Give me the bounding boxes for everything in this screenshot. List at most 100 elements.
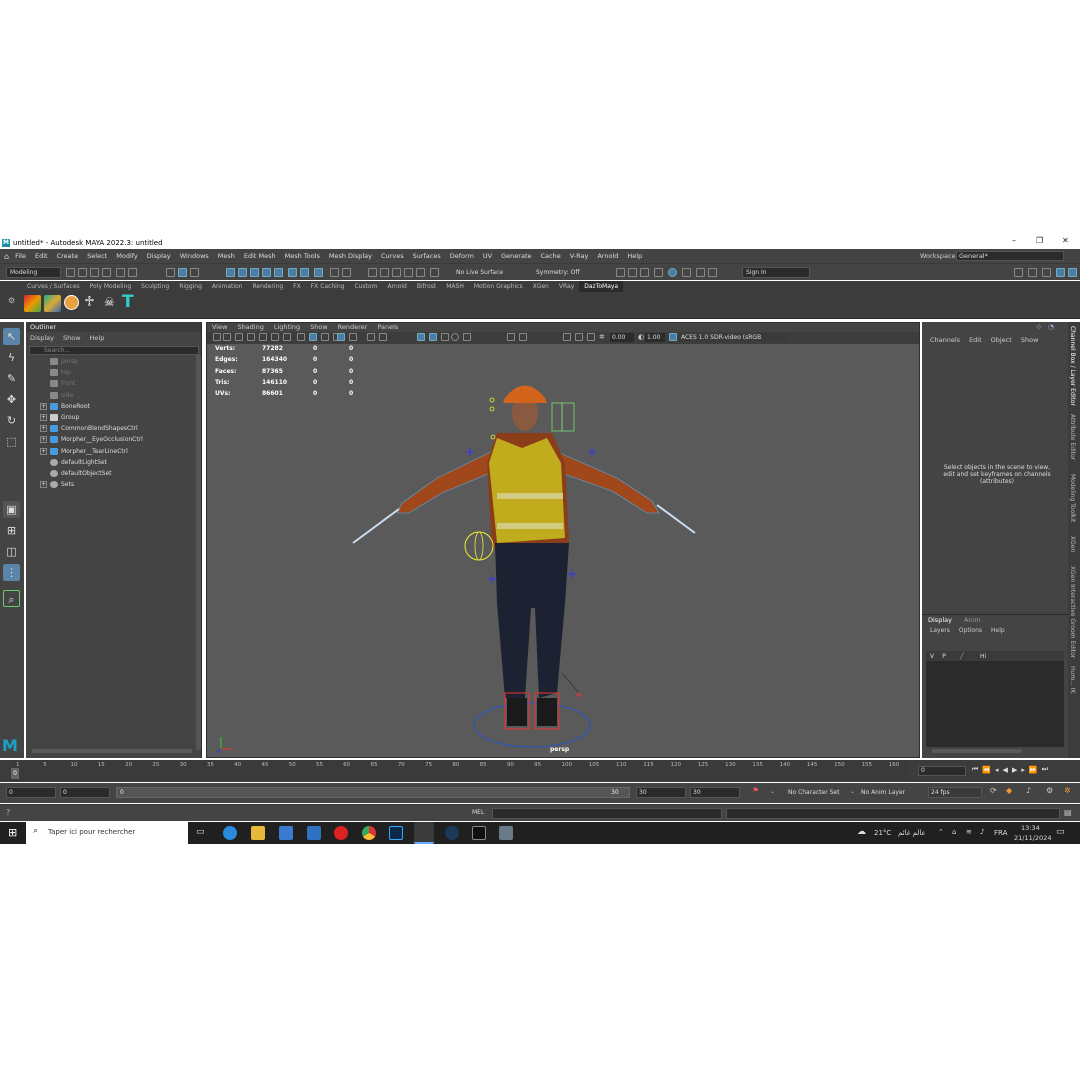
network-icon[interactable]: ⌂ bbox=[952, 828, 956, 836]
outliner-item[interactable]: + Sets bbox=[40, 479, 74, 490]
shelf-tab-arnold[interactable]: Arnold bbox=[382, 281, 411, 292]
range-bar[interactable]: 0 30 bbox=[116, 787, 630, 798]
new-scene-icon[interactable] bbox=[66, 268, 75, 277]
vp-menu-view[interactable]: View bbox=[212, 323, 227, 332]
outliner-search-input[interactable]: Search... bbox=[29, 346, 199, 355]
t-pose-icon[interactable]: ♱ bbox=[84, 294, 95, 310]
layer-name[interactable]: Hi bbox=[980, 653, 986, 660]
menu-curves[interactable]: Curves bbox=[381, 252, 404, 260]
vp-menu-shading[interactable]: Shading bbox=[237, 323, 263, 332]
auto-ik-icon[interactable] bbox=[44, 295, 61, 312]
snap-curve-icon[interactable] bbox=[238, 268, 247, 277]
layout-icon[interactable] bbox=[1068, 268, 1077, 277]
epic-games-icon[interactable] bbox=[472, 826, 486, 840]
shelf-tab-bifrost[interactable]: Bifrost bbox=[412, 281, 441, 292]
menu-windows[interactable]: Windows bbox=[180, 252, 209, 260]
character-set-icon[interactable]: ⌄ bbox=[770, 788, 775, 795]
side-tab-xgen[interactable]: XGen bbox=[1069, 536, 1076, 552]
two-view-icon[interactable]: ◫ bbox=[3, 543, 20, 560]
outliner-item[interactable]: + BoneRoot bbox=[40, 401, 90, 412]
snap-grid-icon[interactable] bbox=[226, 268, 235, 277]
shelf-tab-sculpting[interactable]: Sculpting bbox=[136, 281, 174, 292]
isolate-icon[interactable] bbox=[507, 333, 515, 341]
shelf-tab-animation[interactable]: Animation bbox=[207, 281, 248, 292]
playback-end-field[interactable]: 30 bbox=[636, 787, 686, 798]
menu-edit[interactable]: Edit bbox=[35, 252, 48, 260]
minimize-button[interactable]: – bbox=[1012, 236, 1016, 245]
lock-icon[interactable] bbox=[330, 268, 339, 277]
menu-surfaces[interactable]: Surfaces bbox=[413, 252, 441, 260]
outliner-menu-help[interactable]: Help bbox=[90, 334, 105, 342]
shelf-tab-fx[interactable]: FX bbox=[288, 281, 306, 292]
windows-start-icon[interactable]: ⊞ bbox=[8, 826, 17, 839]
render-sequence-icon[interactable] bbox=[628, 268, 637, 277]
language-indicator[interactable]: FRA bbox=[994, 829, 1007, 837]
depth-of-field-icon[interactable] bbox=[463, 333, 471, 341]
side-tab-human-ik[interactable]: Hum... IK bbox=[1069, 666, 1076, 694]
shelf-tab-vray[interactable]: VRay bbox=[554, 281, 579, 292]
shelf-tab-fx-caching[interactable]: FX Caching bbox=[306, 281, 350, 292]
shadows-icon[interactable] bbox=[367, 333, 375, 341]
character-model[interactable]: + + + + + bbox=[347, 353, 707, 753]
expand-icon[interactable]: + bbox=[40, 402, 47, 410]
anim-layer-select[interactable]: No Anim Layer bbox=[861, 789, 905, 796]
gamma-field[interactable]: 1.00 bbox=[645, 333, 665, 342]
select-tool-icon[interactable]: ↖ bbox=[3, 328, 20, 345]
viewport-panel[interactable]: View Shading Lighting Show Renderer Pane… bbox=[206, 322, 920, 758]
channelbox-float-icon[interactable]: ◔ bbox=[1048, 323, 1054, 331]
layer-menu-layers[interactable]: Layers bbox=[930, 627, 950, 634]
snap-view-plane-icon[interactable] bbox=[262, 268, 271, 277]
opera-icon[interactable] bbox=[334, 826, 348, 840]
channelbox-tool-icon[interactable]: ⊹ bbox=[1036, 323, 1042, 331]
outliner-item[interactable]: +persp bbox=[40, 356, 78, 367]
make-live-icon[interactable] bbox=[430, 268, 439, 277]
shelf-tab-daztomaya[interactable]: DazToMaya bbox=[579, 281, 624, 292]
live-surface-label[interactable]: No Live Surface bbox=[456, 269, 503, 276]
sign-in-button[interactable]: Sign In bbox=[742, 267, 810, 278]
ambient-occlusion-icon[interactable] bbox=[379, 333, 387, 341]
lasso-tool-icon[interactable]: ϟ bbox=[3, 349, 20, 366]
attribute-editor-icon[interactable] bbox=[1028, 268, 1037, 277]
menu-create[interactable]: Create bbox=[57, 252, 79, 260]
clock-time[interactable]: 13:34 bbox=[1021, 824, 1040, 832]
menu-file[interactable]: File bbox=[15, 252, 26, 260]
time-slider[interactable]: 1 5 10 15 20 25 30 35 40 45 50 55 60 65 70 75 80 85 90 95 10… bbox=[0, 760, 1080, 782]
camera-attr-icon[interactable] bbox=[223, 333, 231, 341]
current-frame-field[interactable]: 0 bbox=[918, 766, 966, 776]
xray-icon[interactable] bbox=[349, 333, 357, 341]
wireframe-icon[interactable] bbox=[297, 333, 305, 341]
go-to-end-icon[interactable]: ⏭ bbox=[1042, 765, 1048, 774]
layer-hscrollbar[interactable] bbox=[932, 749, 1022, 753]
shelf-tab-motion-graphics[interactable]: Motion Graphics bbox=[469, 281, 528, 292]
current-frame-marker[interactable]: 0 bbox=[11, 768, 19, 779]
outliner-item[interactable]: + CommonBlendShapesCtrl bbox=[40, 423, 138, 434]
expand-icon[interactable]: + bbox=[40, 481, 47, 489]
menu-generate[interactable]: Generate bbox=[501, 252, 531, 260]
step-back-frame-icon[interactable]: ◂ bbox=[995, 766, 999, 774]
outliner-item[interactable]: + Group bbox=[40, 412, 79, 423]
auto-key-icon[interactable]: ⚑ bbox=[752, 786, 759, 795]
vp-menu-lighting[interactable]: Lighting bbox=[274, 323, 300, 332]
camera-select-icon[interactable] bbox=[213, 333, 221, 341]
fps-select[interactable]: 24 fps bbox=[928, 787, 982, 798]
play-forward-icon[interactable]: ▶ bbox=[1012, 766, 1017, 774]
arnold-render-icon[interactable] bbox=[696, 268, 705, 277]
snap-point-icon[interactable] bbox=[250, 268, 259, 277]
shelf-tab-rigging[interactable]: Rigging bbox=[174, 281, 207, 292]
home-icon[interactable]: ⌂ bbox=[4, 252, 9, 261]
outliner-item[interactable]: +top bbox=[40, 367, 71, 378]
menu-mesh-tools[interactable]: Mesh Tools bbox=[285, 252, 320, 260]
shelf-tab-xgen[interactable]: XGen bbox=[528, 281, 554, 292]
field-chart-icon[interactable] bbox=[575, 333, 583, 341]
sound-icon[interactable]: ♪ bbox=[1026, 786, 1031, 795]
pause-icon[interactable] bbox=[708, 268, 717, 277]
bind-icon[interactable] bbox=[416, 268, 425, 277]
steam-icon[interactable] bbox=[445, 826, 459, 840]
mode-select[interactable]: Modeling bbox=[6, 267, 61, 278]
store-icon[interactable] bbox=[279, 826, 293, 840]
menu-mesh-display[interactable]: Mesh Display bbox=[329, 252, 372, 260]
outliner-item[interactable]: +side bbox=[40, 390, 73, 401]
search-icon[interactable]: ⌕ bbox=[3, 590, 20, 607]
app-icon[interactable] bbox=[499, 826, 513, 840]
shelf-tab-custom[interactable]: Custom bbox=[349, 281, 382, 292]
